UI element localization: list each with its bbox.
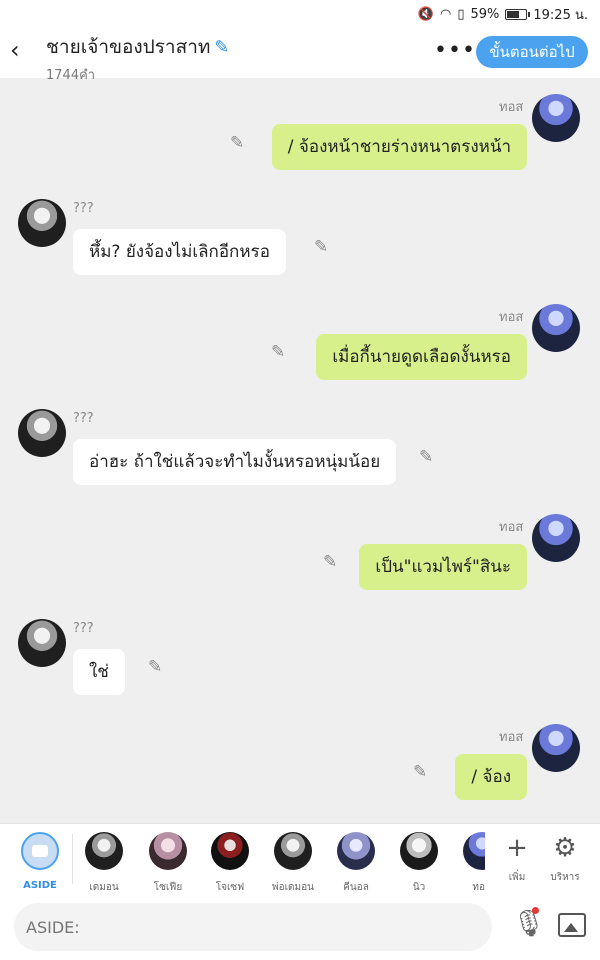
back-icon[interactable]: ‹ xyxy=(10,38,30,62)
status-icons: 🔇 ◠ ▯ 59% 19:25 น. xyxy=(418,4,588,25)
add-character-button[interactable]: + เพิ่ม xyxy=(497,830,537,885)
add-label: เพิ่ม xyxy=(508,872,526,883)
pencil-icon[interactable]: ✎ xyxy=(419,448,437,466)
character-label: โจเซฟ xyxy=(215,882,245,893)
more-icon[interactable]: ••• xyxy=(434,38,476,63)
aside-icon xyxy=(21,832,59,870)
notification-dot xyxy=(532,907,539,914)
speaker-name: ทอส xyxy=(499,310,524,325)
status-bar: 🔇 ◠ ▯ 59% 19:25 น. xyxy=(0,0,600,28)
character-tos[interactable]: ทอ xyxy=(459,832,485,895)
speaker-name: ??? xyxy=(73,201,94,216)
manage-button[interactable]: ⚙ บริหาร xyxy=(545,830,585,885)
character-new[interactable]: นิว xyxy=(396,832,442,895)
character-bar: ASIDE เดมอน โซเฟีย โจเซฟ พ่อเดมอน คีนอล … xyxy=(0,823,600,897)
pencil-icon[interactable]: ✎ xyxy=(230,134,248,152)
avatar xyxy=(463,832,485,870)
avatar[interactable] xyxy=(18,199,66,247)
avatar[interactable] xyxy=(532,94,580,142)
character-label: ทอ xyxy=(472,882,485,893)
character-kinol[interactable]: คีนอล xyxy=(333,832,379,895)
battery-percent: 59% xyxy=(470,7,500,22)
avatar xyxy=(274,832,312,870)
character-joseph[interactable]: โจเซฟ xyxy=(207,832,253,895)
character-damon-father[interactable]: พ่อเดมอน xyxy=(270,832,316,895)
avatar[interactable] xyxy=(18,409,66,457)
sim-icon: ▯ xyxy=(457,7,465,22)
character-label: โซเฟีย xyxy=(153,882,183,893)
speaker-name: ??? xyxy=(73,621,94,636)
speaker-name: ทอส xyxy=(499,100,524,115)
pencil-icon[interactable]: ✎ xyxy=(214,37,229,58)
aside-input[interactable] xyxy=(14,903,492,951)
pencil-icon[interactable]: ✎ xyxy=(314,238,332,256)
pencil-icon[interactable]: ✎ xyxy=(413,763,431,781)
character-label: คีนอล xyxy=(343,882,369,893)
character-damon[interactable]: เดมอน xyxy=(81,832,127,895)
avatar xyxy=(337,832,375,870)
mute-icon: 🔇 xyxy=(417,7,434,22)
avatar xyxy=(149,832,187,870)
pencil-icon[interactable]: ✎ xyxy=(271,343,289,361)
manage-label: บริหาร xyxy=(550,872,580,883)
next-step-button[interactable]: ขั้นตอนต่อไป xyxy=(476,36,588,68)
microphone-icon[interactable]: 🎙 xyxy=(512,909,545,943)
speaker-name: ทอส xyxy=(499,520,524,535)
wifi-icon: ◠ xyxy=(439,7,452,22)
message-bubble[interactable]: เป็น"แวมไพร์"สินะ xyxy=(359,544,527,590)
plus-icon: + xyxy=(506,833,528,863)
character-label: พ่อเดมอน xyxy=(272,882,314,893)
chat-area[interactable]: ทอส / จ้องหน้าชายร่างหนาตรงหน้า ✎ ??? หึ… xyxy=(0,78,600,823)
character-label: เดมอน xyxy=(89,882,119,893)
clock: 19:25 น. xyxy=(533,8,588,23)
message-bubble[interactable]: / จ้องหน้าชายร่างหนาตรงหน้า xyxy=(271,124,527,170)
speaker-name: ??? xyxy=(73,411,94,426)
avatar[interactable] xyxy=(532,514,580,562)
story-header: ‹ ชายเจ้าของปราสาท ✎ 1744คำ ••• ขั้นตอนต่… xyxy=(0,28,600,83)
gear-icon: ⚙ xyxy=(553,833,577,863)
character-sophia[interactable]: โซเฟีย xyxy=(145,832,191,895)
message-bubble[interactable]: / จ้อง xyxy=(455,754,527,800)
aside-button[interactable]: ASIDE xyxy=(17,832,63,891)
pencil-icon[interactable]: ✎ xyxy=(148,658,166,676)
message-bubble[interactable]: เมื่อกี้นายดูดเลือดงั้นหรอ xyxy=(316,334,527,380)
story-title[interactable]: ชายเจ้าของปราสาท xyxy=(46,32,210,62)
character-label: นิว xyxy=(412,882,426,893)
avatar xyxy=(400,832,438,870)
avatar[interactable] xyxy=(532,724,580,772)
avatar xyxy=(85,832,123,870)
divider xyxy=(72,834,73,884)
message-bubble[interactable]: หึ้ม? ยังจ้องไม่เลิกอีกหรอ xyxy=(73,229,286,275)
battery-icon xyxy=(505,9,531,20)
message-bubble[interactable]: ใช่ xyxy=(73,649,125,695)
pencil-icon[interactable]: ✎ xyxy=(323,553,341,571)
speaker-name: ทอส xyxy=(499,730,524,745)
input-bar: 🎙 xyxy=(0,897,600,960)
aside-label: ASIDE xyxy=(23,880,57,891)
message-bubble[interactable]: อ่าฮะ ถ้าใช่แล้วจะทำไมงั้นหรอหนุ่มน้อย xyxy=(73,439,397,485)
image-icon[interactable] xyxy=(558,913,586,937)
avatar[interactable] xyxy=(532,304,580,352)
avatar[interactable] xyxy=(18,619,66,667)
avatar xyxy=(211,832,249,870)
